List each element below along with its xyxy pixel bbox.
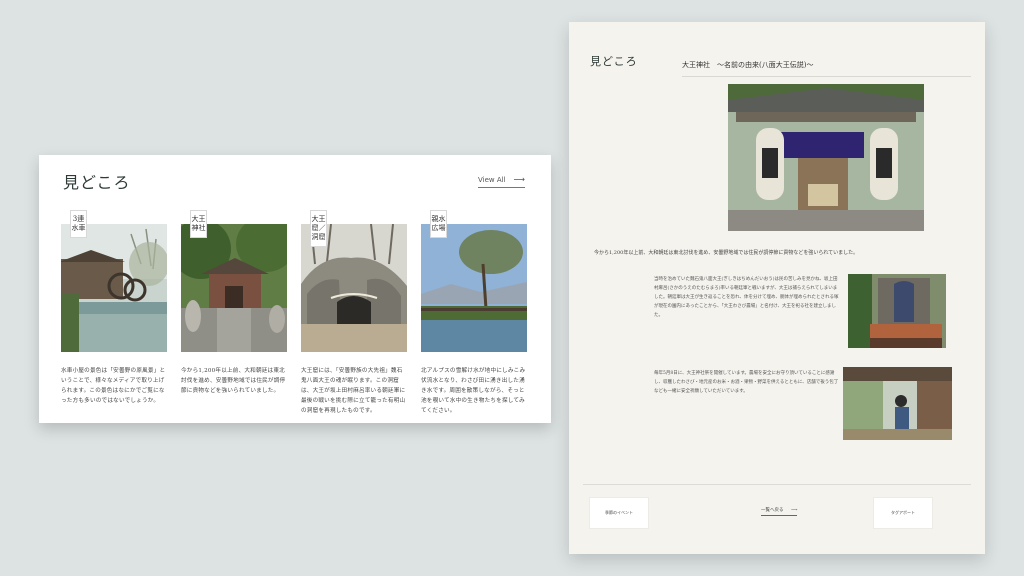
spot-label: 大王神社: [190, 210, 207, 238]
view-all-label: View All: [478, 176, 506, 184]
spot-card-water-plaza[interactable]: 親水広場 北アルプスの雪解け水が地中にしみこみ伏流水となり、わさび田に湧き出した…: [421, 210, 527, 416]
water-plaza-photo[interactable]: [421, 224, 527, 352]
spots-card: 見どころ View All ⟶ 3連水車 水車小屋の景色は「安曇野の原風景」という…: [39, 155, 551, 423]
spot-card-cave[interactable]: 大王窟／洞窟 大王窟には、「安曇野族の大先祖」魏石鬼八面大王の魂が眠ります。この…: [301, 210, 407, 416]
spot-card-water-wheel[interactable]: 3連水車 水車小屋の景色は「安曇野の原風景」ということで、様々なメディアで取り上…: [61, 210, 167, 406]
spot-description: 北アルプスの雪解け水が地中にしみこみ伏流水となり、わさび田に湧き出した湧き水です…: [421, 368, 526, 414]
back-underline: [761, 515, 797, 516]
shrine-gate-photo: [728, 84, 924, 231]
festival-paragraph: 毎年5月8日に、大王神社祭を開催しています。農場を安全にお守り頂いていることに感…: [654, 371, 839, 394]
divider: [682, 76, 971, 77]
intro-text: 今から1,200年以上前、大和朝廷は東北討伐を進め、安曇野地域では住民が調停節に…: [594, 250, 859, 256]
legend-paragraph: 当時を治めていた魏石鬼八面大王(ぎしきはちめんだいおう)は民の苦しみを見かね、坂…: [654, 277, 839, 318]
view-all-underline: [478, 187, 525, 188]
spot-label: 親水広場: [430, 210, 447, 238]
spot-label: 大王窟／洞窟: [310, 210, 327, 247]
spot-description: 水車小屋の景色は「安曇野の原風景」ということで、様々なメディアで取り上げられます…: [61, 368, 166, 404]
arrow-right-icon: ⟶: [513, 175, 525, 184]
shrine-altar-photo: [848, 274, 946, 348]
festival-photo: [843, 367, 952, 440]
spot-label: 3連水車: [70, 210, 87, 238]
spot-card-shrine[interactable]: 大王神社 今から1,200年以上前、大和朝廷は東北討伐を進め、安曇野地域では住民…: [181, 210, 287, 396]
next-page-button[interactable]: タグアポート: [873, 497, 933, 529]
view-all-link[interactable]: View All ⟶: [478, 175, 525, 188]
spot-description: 大王窟には、「安曇野族の大先祖」魏石鬼八面大王の魂が眠ります。この洞窟は、大王が…: [301, 368, 406, 414]
page-title: 見どころ: [590, 55, 638, 68]
page-subtitle: 大王神社 〜名前の由来(八面大王伝説)〜: [682, 61, 814, 69]
shrine-detail-page: 見どころ 大王神社 〜名前の由来(八面大王伝説)〜 今から1,200年以上前、大…: [569, 22, 985, 554]
water-wheel-photo[interactable]: [61, 224, 167, 352]
seasonal-events-button[interactable]: 季節のイベント: [589, 497, 649, 529]
shrine-photo[interactable]: [181, 224, 287, 352]
arrow-right-icon: ⟶: [790, 508, 798, 513]
back-to-list-link[interactable]: 一覧へ戻る ⟶: [761, 507, 798, 516]
card-title: 見どころ: [63, 173, 131, 192]
footer-divider: [583, 484, 971, 485]
spot-description: 今から1,200年以上前、大和朝廷は東北討伐を進め、安曇野地域では住民が調停節に…: [181, 368, 286, 394]
back-label: 一覧へ戻る: [761, 508, 784, 513]
